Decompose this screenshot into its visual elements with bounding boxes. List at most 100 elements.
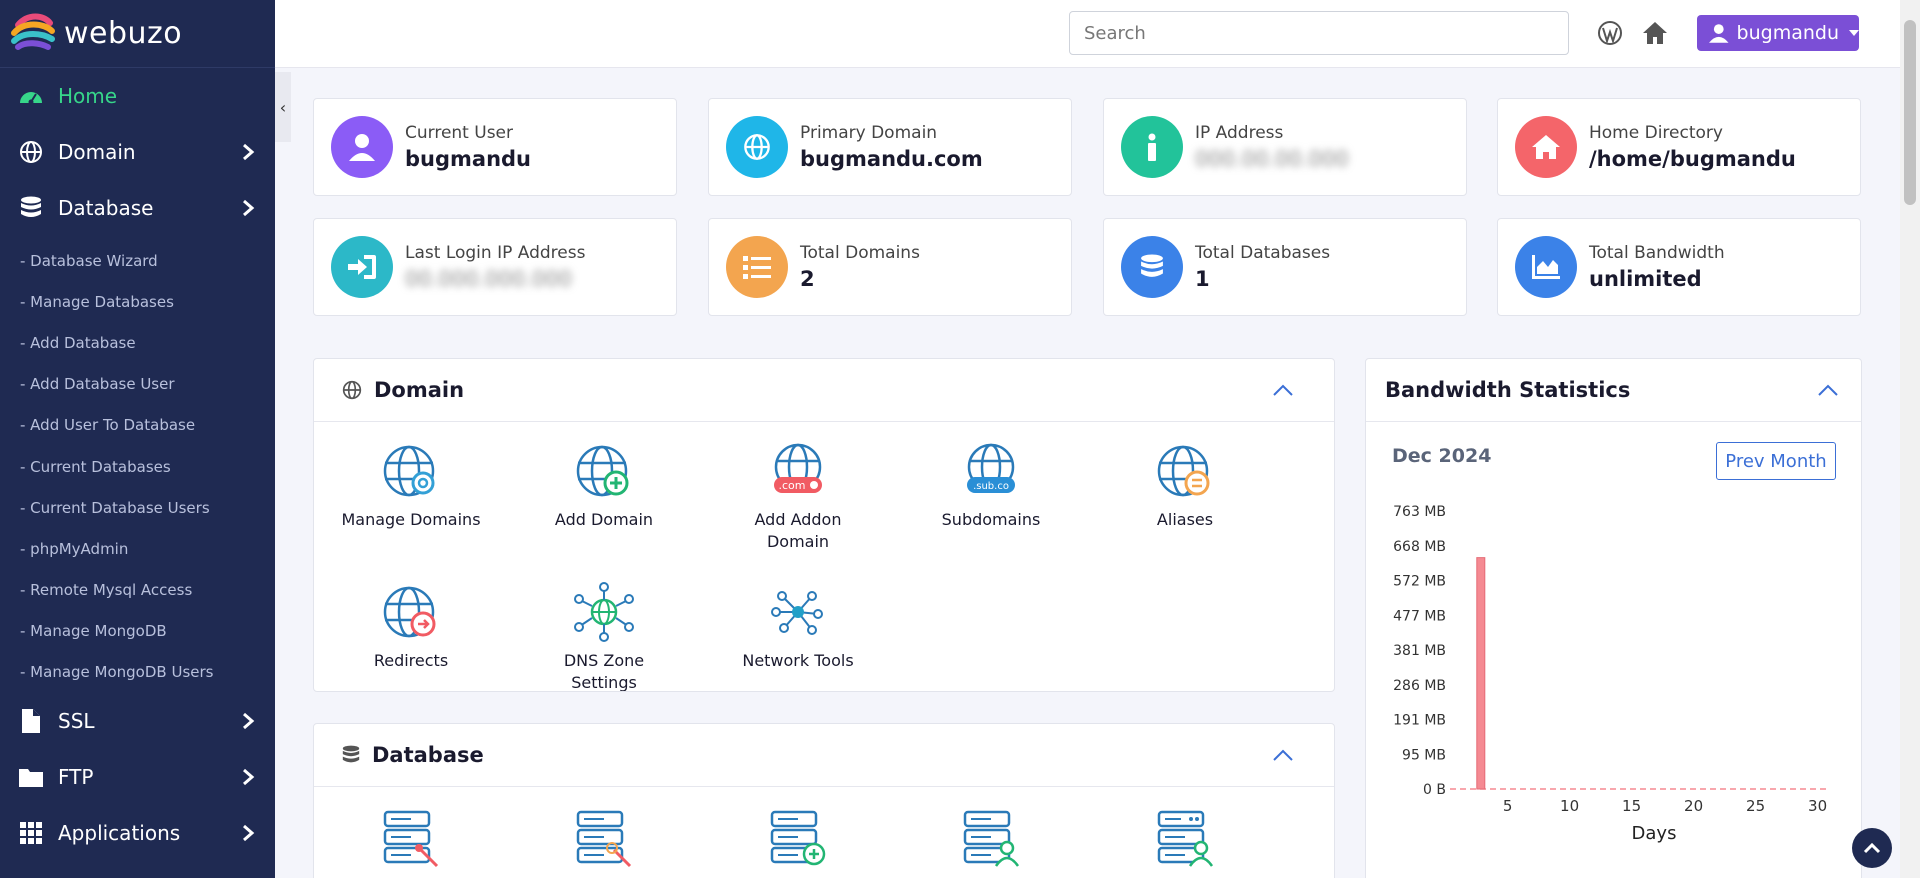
sidebar-item-label: Database — [58, 196, 154, 220]
tool-add-database[interactable] — [723, 810, 873, 874]
chevron-up-icon[interactable] — [1817, 383, 1839, 397]
brand[interactable]: webuzo — [0, 0, 275, 68]
sidebar-item-ftp[interactable]: FTP — [0, 749, 275, 805]
tool-subdomains[interactable]: .sub.co Subdomains — [916, 441, 1066, 531]
tool-label: Add Domain — [554, 510, 654, 529]
tool-network-tools[interactable]: Network Tools — [723, 582, 873, 672]
tool-manage-domains[interactable]: Manage Domains — [336, 441, 486, 531]
tool-label: Aliases — [1156, 510, 1214, 529]
stat-card-last-login-ip: Last Login IP Address 00.000.000.000 — [313, 218, 677, 316]
stat-label: Total Bandwidth — [1589, 243, 1725, 263]
panel-title: Domain — [374, 378, 465, 402]
home-icon[interactable] — [1640, 18, 1670, 48]
webuzo-logo-icon — [11, 13, 55, 50]
database-server-user-icon — [1157, 810, 1214, 867]
list-icon — [726, 236, 788, 298]
sidebar-item-label: Home — [58, 84, 118, 108]
submenu-manage-mongodb-users[interactable]: - Manage MongoDB Users — [0, 652, 275, 693]
stat-card-current-user: Current User bugmandu — [313, 98, 677, 196]
tool-dns-zone-settings[interactable]: DNS Zone Settings — [529, 582, 679, 691]
chevron-up-icon[interactable] — [1272, 383, 1294, 397]
globe-icon — [342, 380, 362, 400]
database-icon — [1121, 236, 1183, 298]
page-scrollbar[interactable] — [1900, 0, 1920, 878]
sidebar-item-applications[interactable]: Applications — [0, 805, 275, 861]
sidebar-item-home[interactable]: Home — [0, 68, 275, 124]
panel-title: Bandwidth Statistics — [1385, 378, 1631, 402]
domain-panel: Domain Manage Domains Add Domain .com Ad… — [313, 358, 1335, 692]
folder-icon — [18, 764, 44, 790]
globe-gear-icon — [383, 445, 435, 497]
tool-add-addon-domain[interactable]: .com Add Addon Domain — [723, 441, 873, 553]
database-panel-header[interactable]: Database — [314, 724, 1334, 787]
tool-aliases[interactable]: Aliases — [1110, 441, 1260, 531]
y-tick-label: 95 MB — [1402, 747, 1446, 763]
tool-label: Subdomains — [941, 510, 1041, 529]
user-menu-button[interactable]: bugmandu — [1697, 15, 1859, 51]
globe-plus-icon — [576, 445, 629, 497]
y-tick-label: 668 MB — [1393, 539, 1446, 555]
chart-area-icon — [1515, 236, 1577, 298]
sidebar-item-label: FTP — [58, 765, 94, 790]
bandwidth-panel: Bandwidth Statistics Dec 2024 Prev Month… — [1365, 358, 1862, 878]
submenu-add-user-to-database[interactable]: - Add User To Database — [0, 405, 275, 446]
x-tick-label: 25 — [1746, 797, 1765, 815]
brand-name: webuzo — [64, 16, 183, 51]
domain-panel-header[interactable]: Domain — [314, 359, 1334, 422]
tool-label: Redirects — [373, 651, 449, 670]
sidebar-item-database[interactable]: Database — [0, 180, 275, 236]
globe-subdomain-icon: .sub.co — [967, 443, 1015, 493]
stat-value: 000.00.00.000 — [1195, 147, 1349, 171]
tool-database-wizard[interactable] — [336, 810, 486, 874]
prev-month-button[interactable]: Prev Month — [1716, 442, 1836, 480]
tool-add-database-user[interactable] — [916, 810, 1066, 874]
y-tick-label: 477 MB — [1393, 608, 1446, 624]
sidebar-item-ssl[interactable]: SSL — [0, 693, 275, 749]
user-icon — [1709, 24, 1729, 43]
submenu-database-wizard[interactable]: - Database Wizard — [0, 240, 275, 281]
file-icon — [18, 708, 44, 734]
sidebar-collapse-toggle[interactable]: ‹ — [275, 72, 291, 142]
user-icon — [331, 116, 393, 178]
stat-card-total-bandwidth: Total Bandwidth unlimited — [1497, 218, 1861, 316]
sidebar-item-domain[interactable]: Domain — [0, 124, 275, 180]
stat-value: 00.000.000.000 — [405, 267, 572, 291]
x-tick-label: 10 — [1560, 797, 1579, 815]
stat-card-ip-address: IP Address 000.00.00.000 — [1103, 98, 1467, 196]
submenu-current-databases[interactable]: - Current Databases — [0, 446, 275, 487]
y-tick-label: 572 MB — [1393, 574, 1446, 590]
database-submenu: - Database Wizard - Manage Databases - A… — [0, 236, 275, 693]
svg-text:.sub.co: .sub.co — [973, 481, 1009, 492]
sidebar-item-label: Domain — [58, 140, 136, 164]
submenu-manage-mongodb[interactable]: - Manage MongoDB — [0, 611, 275, 652]
tool-redirects[interactable]: Redirects — [336, 582, 486, 672]
network-nodes-icon — [771, 591, 823, 635]
submenu-manage-databases[interactable]: - Manage Databases — [0, 281, 275, 322]
tool-manage-databases[interactable] — [529, 810, 679, 874]
search-input[interactable] — [1069, 11, 1569, 55]
wordpress-icon[interactable] — [1595, 18, 1625, 48]
sidebar-item-label: SSL — [58, 709, 95, 734]
scroll-to-top-button[interactable] — [1852, 828, 1892, 868]
house-icon — [1515, 116, 1577, 178]
scrollbar-thumb[interactable] — [1904, 20, 1916, 205]
bandwidth-panel-header[interactable]: Bandwidth Statistics — [1366, 359, 1861, 422]
submenu-add-database[interactable]: - Add Database — [0, 322, 275, 363]
submenu-current-database-users[interactable]: - Current Database Users — [0, 487, 275, 528]
user-name: bugmandu — [1736, 22, 1839, 44]
submenu-phpmyadmin[interactable]: - phpMyAdmin — [0, 528, 275, 569]
submenu-remote-mysql-access[interactable]: - Remote Mysql Access — [0, 570, 275, 611]
database-wizard-icon — [383, 810, 439, 868]
tool-add-user-to-database[interactable] — [1110, 810, 1260, 874]
svg-text:.com: .com — [779, 479, 806, 492]
tool-add-domain[interactable]: Add Domain — [529, 441, 679, 531]
y-tick-label: 381 MB — [1393, 643, 1446, 659]
info-icon — [1121, 116, 1183, 178]
chevron-right-icon — [243, 712, 255, 730]
stat-label: IP Address — [1195, 123, 1284, 143]
submenu-add-database-user[interactable]: - Add Database User — [0, 364, 275, 405]
x-tick-label: 15 — [1622, 797, 1641, 815]
chevron-up-icon[interactable] — [1272, 748, 1294, 762]
y-tick-label: 0 B — [1423, 782, 1446, 798]
chevron-right-icon — [243, 199, 255, 217]
